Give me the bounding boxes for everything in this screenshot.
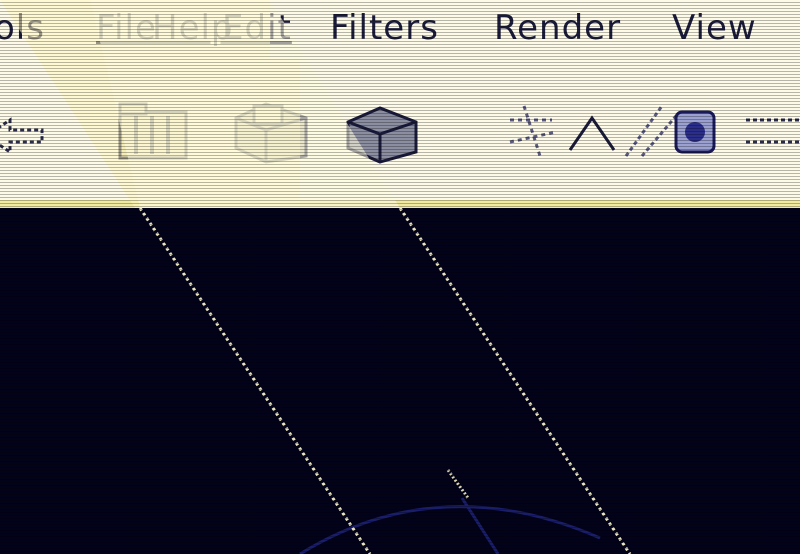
menu-tools-label: ols [0, 8, 45, 48]
render-run-icon [624, 105, 716, 157]
save-disk-icon [234, 102, 308, 164]
menu-bar: ols File Help Edit Filters Render View [0, 0, 800, 58]
menu-file[interactable]: File [96, 6, 156, 50]
menu-edit[interactable]: Edit [222, 6, 292, 50]
arrow-icon [0, 117, 44, 155]
toolbar-button-scene[interactable] [496, 96, 624, 166]
toolbar-button-run[interactable] [616, 96, 726, 166]
toolbar-button-save[interactable] [226, 96, 322, 166]
application-window: ols File Help Edit Filters Render View [0, 0, 800, 554]
scene-icon [509, 105, 616, 157]
menu-edit-label: Edit [222, 8, 292, 48]
menu-filters-label: Filters [330, 8, 439, 48]
folder-open-icon [118, 102, 188, 160]
toolbar [0, 58, 800, 208]
arrow-icon [746, 118, 800, 144]
menu-render-label: Render [494, 8, 622, 48]
top-chrome: ols File Help Edit Filters Render View [0, 0, 800, 208]
menu-file-label: File [96, 8, 157, 48]
menu-help[interactable]: Help [152, 6, 233, 50]
toolbar-button-next[interactable] [740, 96, 800, 166]
toolbar-divider [0, 200, 800, 208]
toolbar-button-print[interactable] [336, 96, 432, 166]
menu-filters[interactable]: Filters [330, 6, 456, 50]
menu-view-label: View [672, 8, 757, 48]
menu-render[interactable]: Render [494, 6, 634, 50]
menu-tools[interactable]: ols [0, 6, 74, 50]
toolbar-button-open[interactable] [106, 96, 202, 166]
toolbar-button-prev[interactable] [0, 96, 60, 166]
workspace-canvas [299, 469, 601, 554]
render-workspace[interactable] [0, 208, 800, 554]
menu-view[interactable]: View [672, 6, 772, 50]
printer-icon [346, 106, 418, 164]
